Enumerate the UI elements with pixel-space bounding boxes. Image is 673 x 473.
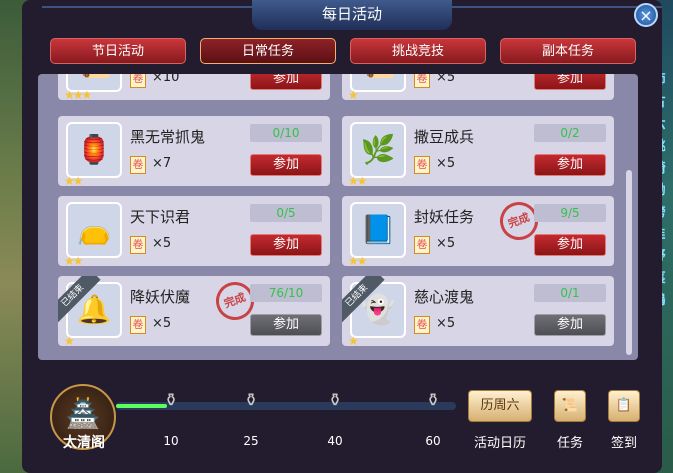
tab-challenge[interactable]: 挑战竞技	[350, 38, 486, 64]
milestone-label: 25	[243, 434, 259, 448]
join-button[interactable]: 参加	[250, 154, 322, 176]
reward-scroll-icon: 卷	[130, 74, 146, 88]
task-progress: 76/10	[250, 284, 322, 302]
task-card: 📜 ★ 卷 ×5 参加	[342, 74, 614, 100]
milestone-reward-icon[interactable]: ⚱	[158, 388, 184, 414]
reward-count: ×7	[152, 156, 172, 171]
activity-progress-bar: 🏯 太清阁 ⚱ ⚱ ⚱ ⚱ 10 25 40 60 历周六 活动日历 📜 任务 …	[30, 370, 642, 470]
join-button[interactable]: 参加	[250, 314, 322, 336]
milestone-label: 40	[327, 434, 343, 448]
milestone-reward-icon[interactable]: ⚱	[322, 388, 348, 414]
calendar-label: 活动日历	[473, 436, 526, 451]
reward-scroll-icon: 卷	[414, 74, 430, 88]
tab-daily[interactable]: 日常任务	[200, 38, 336, 64]
calendar-icon: 历	[480, 398, 494, 413]
reward-scroll-icon: 卷	[130, 156, 146, 174]
tab-dungeon[interactable]: 副本任务	[500, 38, 636, 64]
milestone-reward-icon[interactable]: ⚱	[238, 388, 264, 414]
calendar-day: 周六	[493, 398, 520, 413]
star-rating: ★★	[348, 254, 367, 266]
star-rating: ★★★	[64, 88, 92, 100]
reward-count: ×10	[152, 74, 180, 85]
reward-scroll-icon: 卷	[130, 236, 146, 254]
reward-count: ×5	[152, 236, 172, 251]
star-rating: ★	[348, 334, 359, 346]
tab-festival[interactable]: 节日活动	[50, 38, 186, 64]
reward-scroll-icon: 卷	[414, 316, 430, 334]
ghost-scroll-icon: 🏮	[66, 122, 122, 178]
pouch-icon: 👝	[66, 202, 122, 258]
task-scroll-icon[interactable]: 📜	[554, 390, 586, 422]
milestone-label: 10	[163, 434, 179, 448]
task-progress: 0/5	[250, 204, 322, 222]
task-card-ferry-ghost: 👻 已结束 ★ 慈心渡鬼 0/1 卷 ×5 参加	[342, 276, 614, 346]
star-rating: ★	[64, 334, 75, 346]
join-button[interactable]: 参加	[534, 314, 606, 336]
task-card-seal-demon: 📘 ★★ 封妖任务 完成 9/5 卷 ×5 参加	[342, 196, 614, 266]
task-name: 慈心渡鬼	[414, 288, 475, 306]
signin-icon[interactable]: 📋	[608, 390, 640, 422]
beans-icon: 🌿	[350, 122, 406, 178]
task-name: 降妖伏魔	[130, 288, 191, 306]
task-card-beans-soldiers: 🌿 ★★ 撒豆成兵 0/2 卷 ×5 参加	[342, 116, 614, 186]
task-card-black-ghost: 🏮 ★★ 黑无常抓鬼 0/10 卷 ×7 参加	[58, 116, 330, 186]
reward-count: ×5	[152, 316, 172, 331]
reward-scroll-icon: 卷	[414, 156, 430, 174]
task-progress: 0/1	[534, 284, 606, 302]
reward-scroll-icon: 卷	[414, 236, 430, 254]
task-progress: 0/10	[250, 124, 322, 142]
pavilion-label: 太清阁	[63, 435, 105, 451]
task-name: 天下识君	[130, 208, 191, 226]
tab-bar: 节日活动 日常任务 挑战竞技 副本任务	[50, 38, 640, 66]
star-rating: ★★	[64, 174, 83, 186]
signin-label: 签到	[610, 436, 637, 451]
milestone-reward-icon[interactable]: ⚱	[420, 388, 446, 414]
task-list-panel: 📜 ★★★ 卷 ×10 参加 📜 ★ 卷 ×5 参加 🏮 ★★ 黑无常抓鬼 0/…	[38, 74, 638, 360]
calendar-button[interactable]: 历周六	[468, 390, 532, 422]
task-name: 撒豆成兵	[414, 128, 475, 146]
reward-count: ×5	[436, 74, 456, 85]
scrollbar[interactable]	[626, 170, 632, 355]
join-button[interactable]: 参加	[534, 74, 606, 90]
window-title: 每日活动	[252, 0, 452, 30]
join-button[interactable]: 参加	[250, 234, 322, 256]
star-rating: ★	[348, 88, 359, 100]
task-name: 封妖任务	[414, 208, 475, 226]
reward-scroll-icon: 卷	[130, 316, 146, 334]
task-progress: 9/5	[534, 204, 606, 222]
task-icon: 📜	[350, 74, 406, 92]
book-icon: 📘	[350, 202, 406, 258]
task-card: 📜 ★★★ 卷 ×10 参加	[58, 74, 330, 100]
reward-count: ×5	[436, 156, 456, 171]
close-icon[interactable]: ×	[634, 3, 658, 27]
join-button[interactable]: 参加	[250, 74, 322, 90]
star-rating: ★★	[64, 254, 83, 266]
join-button[interactable]: 参加	[534, 154, 606, 176]
join-button[interactable]: 参加	[534, 234, 606, 256]
reward-count: ×5	[436, 316, 456, 331]
task-card-subdue-demon: 🔔 已结束 ★ 降妖伏魔 完成 76/10 卷 ×5 参加	[58, 276, 330, 346]
star-rating: ★★	[348, 174, 367, 186]
task-name: 黑无常抓鬼	[130, 128, 206, 146]
reward-count: ×5	[436, 236, 456, 251]
task-label: 任务	[556, 436, 583, 451]
task-card-world-know: 👝 ★★ 天下识君 0/5 卷 ×5 参加	[58, 196, 330, 266]
milestone-label: 60	[425, 434, 441, 448]
task-progress: 0/2	[534, 124, 606, 142]
